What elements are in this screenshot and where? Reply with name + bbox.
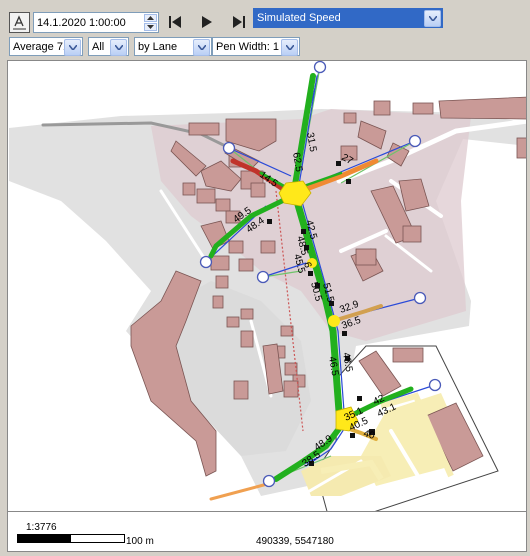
scope-select[interactable]: All bbox=[88, 37, 129, 56]
cursor-mode-button[interactable] bbox=[9, 12, 30, 33]
zone-centroid bbox=[413, 291, 427, 305]
zone-centroid bbox=[256, 270, 270, 284]
scale-length: 100 m bbox=[126, 536, 154, 547]
pen-width-select-value: Pen Width: 1 bbox=[216, 40, 279, 53]
play-button[interactable] bbox=[197, 12, 217, 32]
chevron-down-icon bbox=[428, 16, 437, 21]
grouping-select-value: by Lane bbox=[138, 40, 178, 53]
play-icon bbox=[202, 16, 212, 28]
cursor-coordinates: 490339, 5547180 bbox=[256, 536, 334, 547]
zone-centroid bbox=[222, 141, 236, 155]
datetime-value: 14.1.2020 1:00:00 bbox=[37, 16, 126, 29]
datetime-down-button[interactable] bbox=[144, 23, 157, 31]
status-bar: 1:3776 100 m 490339, 5547180 bbox=[7, 512, 527, 552]
skip-start-icon bbox=[169, 16, 181, 28]
datetime-stepper[interactable]: 14.1.2020 1:00:00 bbox=[33, 12, 159, 33]
skip-to-start-button[interactable] bbox=[165, 12, 185, 32]
zone-centroid bbox=[262, 474, 276, 488]
node-mid-2 bbox=[328, 315, 340, 327]
pen-width-select[interactable]: Pen Width: 1 bbox=[212, 37, 300, 56]
cursor-icon bbox=[13, 15, 26, 30]
layer-select-value: Simulated Speed bbox=[257, 12, 341, 24]
scope-select-value: All bbox=[92, 40, 105, 53]
chevron-down-icon bbox=[114, 45, 123, 50]
layer-select[interactable]: Simulated Speed bbox=[253, 8, 443, 28]
grouping-select-arrow[interactable] bbox=[193, 39, 210, 56]
scale-bar bbox=[17, 534, 125, 543]
zone-centroid bbox=[408, 134, 422, 148]
chevron-down-icon bbox=[285, 45, 294, 50]
chevron-down-icon bbox=[68, 45, 77, 50]
datetime-up-button[interactable] bbox=[144, 14, 157, 22]
aggregate-select-value: Average 71 bbox=[13, 40, 70, 53]
scale-ratio: 1:3776 bbox=[26, 522, 57, 533]
skip-to-end-button[interactable] bbox=[229, 12, 249, 32]
scope-select-arrow[interactable] bbox=[110, 39, 127, 56]
grouping-select[interactable]: by Lane bbox=[134, 37, 212, 56]
aggregate-select[interactable]: Average 71 bbox=[9, 37, 83, 56]
arrow-up-icon bbox=[147, 16, 154, 20]
aggregate-select-arrow[interactable] bbox=[64, 39, 81, 56]
chevron-down-icon bbox=[197, 45, 206, 50]
pen-width-select-arrow[interactable] bbox=[281, 39, 298, 56]
zone-centroid bbox=[199, 255, 213, 269]
arrow-down-icon bbox=[147, 25, 154, 29]
zone-centroid bbox=[313, 61, 327, 74]
zone-centroid bbox=[428, 378, 442, 392]
map-canvas[interactable]: 62.5 31.5 27 14.5 49.5 48.4 42.5 45.5 50… bbox=[7, 60, 527, 512]
layer-select-arrow[interactable] bbox=[424, 10, 441, 27]
scale-bar-segment bbox=[18, 535, 71, 542]
skip-end-icon bbox=[233, 16, 245, 28]
